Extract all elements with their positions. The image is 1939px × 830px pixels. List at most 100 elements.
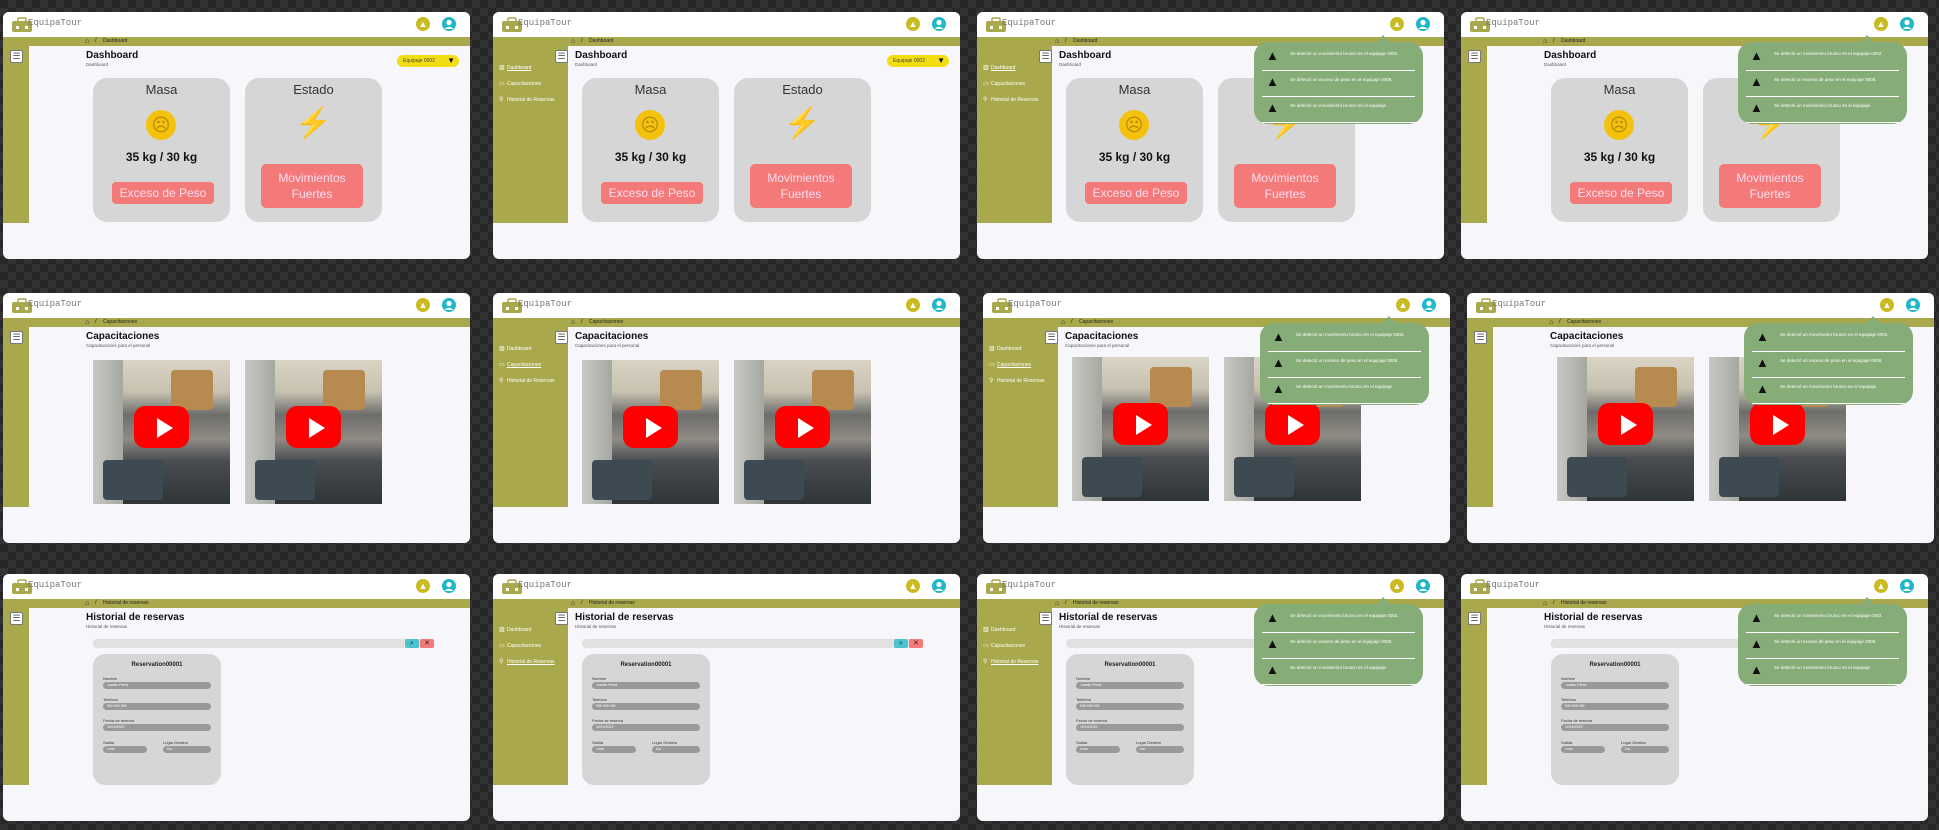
close-icon[interactable]: ✕: [909, 639, 923, 648]
bell-icon[interactable]: ▲: [1874, 579, 1888, 593]
home-icon[interactable]: ⌂: [85, 318, 89, 327]
bell-icon[interactable]: ▲: [906, 298, 920, 312]
notification-item[interactable]: ▲ Se detectó un movimiento brusco en el e…: [1268, 326, 1421, 352]
user-icon[interactable]: [1422, 298, 1436, 312]
notification-item[interactable]: ▲ Se detectó un exceso de peso en el equi…: [1262, 633, 1415, 659]
user-icon[interactable]: [1900, 579, 1914, 593]
bell-icon[interactable]: ▲: [906, 17, 920, 31]
sidebar-item-dashboard[interactable]: ▥ Dashboard: [989, 345, 1021, 352]
breadcrumb-current[interactable]: Capacitaciones: [1567, 318, 1601, 327]
training-video[interactable]: [1072, 357, 1209, 501]
notification-item[interactable]: ▲ Se detectó un movimiento brusco en el e…: [1262, 97, 1415, 123]
menu-icon[interactable]: ☰: [10, 331, 23, 344]
breadcrumb-current[interactable]: Historial de reservas: [103, 599, 149, 608]
bell-icon[interactable]: ▲: [416, 17, 430, 31]
breadcrumb-current[interactable]: Dashboard: [103, 37, 127, 46]
close-icon[interactable]: ✕: [420, 639, 434, 648]
notification-item[interactable]: ▲ Se detectó un movimiento brusco en el e…: [1268, 378, 1421, 404]
user-icon[interactable]: [442, 579, 456, 593]
home-icon[interactable]: ⌂: [1543, 37, 1547, 46]
notification-item[interactable]: ▲ Se detectó un movimiento brusco en el e…: [1262, 659, 1415, 685]
user-icon[interactable]: [1906, 298, 1920, 312]
sidebar-item-capacitaciones[interactable]: ▭ Capacitaciones: [499, 80, 541, 87]
bell-icon[interactable]: ▲: [416, 579, 430, 593]
strong-movement-button[interactable]: Movimientos Fuertes: [1234, 164, 1336, 208]
bell-icon[interactable]: ▲: [1390, 579, 1404, 593]
notification-item[interactable]: ▲ Se detectó un movimiento brusco en el e…: [1746, 45, 1899, 71]
menu-icon[interactable]: ☰: [1474, 331, 1487, 344]
notification-item[interactable]: ▲ Se detectó un exceso de peso en el equi…: [1752, 352, 1905, 378]
menu-icon[interactable]: ☰: [555, 331, 568, 344]
breadcrumb-current[interactable]: Historial de reservas: [589, 599, 635, 608]
notification-item[interactable]: ▲ Se detectó un movimiento brusco en el e…: [1746, 97, 1899, 123]
breadcrumb-current[interactable]: Capacitaciones: [103, 318, 137, 327]
user-icon[interactable]: [932, 579, 946, 593]
home-icon[interactable]: ⌂: [1543, 599, 1547, 608]
menu-icon[interactable]: ☰: [555, 612, 568, 625]
home-icon[interactable]: ⌂: [85, 599, 89, 608]
notification-item[interactable]: ▲ Se detectó un movimiento brusco en el e…: [1752, 378, 1905, 404]
sidebar-item-dashboard[interactable]: ▥ Dashboard: [499, 345, 531, 352]
bell-icon[interactable]: ▲: [906, 579, 920, 593]
bell-icon[interactable]: ▲: [1874, 17, 1888, 31]
notification-item[interactable]: ▲ Se detectó un movimiento brusco en el e…: [1746, 659, 1899, 685]
bell-icon[interactable]: ▲: [1390, 17, 1404, 31]
bell-icon[interactable]: ▲: [1880, 298, 1894, 312]
user-icon[interactable]: [1900, 17, 1914, 31]
notification-item[interactable]: ▲ Se detectó un exceso de peso en el equi…: [1746, 71, 1899, 97]
breadcrumb-current[interactable]: Dashboard: [1073, 37, 1097, 46]
home-icon[interactable]: ⌂: [571, 37, 575, 46]
menu-icon[interactable]: ☰: [10, 612, 23, 625]
home-icon[interactable]: ⌂: [571, 318, 575, 327]
sidebar-item-capacitaciones[interactable]: ▭ Capacitaciones: [989, 361, 1031, 368]
excess-weight-button[interactable]: Exceso de Peso: [1085, 182, 1187, 204]
sidebar-item-capacitaciones[interactable]: ▭ Capacitaciones: [983, 642, 1025, 649]
notification-item[interactable]: ▲ Se detectó un exceso de peso en el equi…: [1746, 633, 1899, 659]
notification-item[interactable]: ▲ Se detectó un movimiento brusco en el e…: [1752, 326, 1905, 352]
menu-icon[interactable]: ☰: [1045, 331, 1058, 344]
breadcrumb-current[interactable]: Historial de reservas: [1561, 599, 1607, 608]
menu-icon[interactable]: ☰: [1039, 50, 1052, 63]
home-icon[interactable]: ⌂: [1549, 318, 1553, 327]
search-icon[interactable]: ⌕: [405, 639, 419, 648]
sidebar-item-capacitaciones[interactable]: ▭ Capacitaciones: [499, 642, 541, 649]
bell-icon[interactable]: ▲: [1396, 298, 1410, 312]
user-icon[interactable]: [1416, 579, 1430, 593]
user-icon[interactable]: [1416, 17, 1430, 31]
user-icon[interactable]: [932, 298, 946, 312]
menu-icon[interactable]: ☰: [10, 50, 23, 63]
sidebar-item-historial-de-reservas[interactable]: ⚲ Historial de Reservas: [983, 658, 1039, 665]
notification-item[interactable]: ▲ Se detectó un movimiento brusco en el e…: [1262, 607, 1415, 633]
sidebar-item-dashboard[interactable]: ▥ Dashboard: [983, 64, 1015, 71]
user-icon[interactable]: [442, 17, 456, 31]
user-icon[interactable]: [932, 17, 946, 31]
sidebar-item-historial-de-reservas[interactable]: ⚲ Historial de Reservas: [989, 377, 1045, 384]
home-icon[interactable]: ⌂: [1055, 37, 1059, 46]
excess-weight-button[interactable]: Exceso de Peso: [1570, 182, 1672, 204]
luggage-select[interactable]: Equipaje 0002 ▼: [887, 55, 949, 67]
strong-movement-button[interactable]: Movimientos Fuertes: [261, 164, 363, 208]
excess-weight-button[interactable]: Exceso de Peso: [112, 182, 214, 204]
training-video[interactable]: [93, 360, 230, 504]
menu-icon[interactable]: ☰: [1468, 612, 1481, 625]
breadcrumb-current[interactable]: Capacitaciones: [1079, 318, 1113, 327]
search-input[interactable]: [93, 639, 433, 648]
menu-icon[interactable]: ☰: [1039, 612, 1052, 625]
sidebar-item-historial-de-reservas[interactable]: ⚲ Historial de Reservas: [499, 96, 555, 103]
sidebar-item-historial-de-reservas[interactable]: ⚲ Historial de Reservas: [499, 658, 555, 665]
breadcrumb-current[interactable]: Dashboard: [589, 37, 613, 46]
excess-weight-button[interactable]: Exceso de Peso: [601, 182, 703, 204]
home-icon[interactable]: ⌂: [1055, 599, 1059, 608]
strong-movement-button[interactable]: Movimientos Fuertes: [750, 164, 852, 208]
sidebar-item-historial-de-reservas[interactable]: ⚲ Historial de Reservas: [499, 377, 555, 384]
bell-icon[interactable]: ▲: [416, 298, 430, 312]
notification-item[interactable]: ▲ Se detectó un movimiento brusco en el e…: [1262, 45, 1415, 71]
training-video[interactable]: [582, 360, 719, 504]
home-icon[interactable]: ⌂: [571, 599, 575, 608]
home-icon[interactable]: ⌂: [1061, 318, 1065, 327]
breadcrumb-current[interactable]: Dashboard: [1561, 37, 1585, 46]
training-video[interactable]: [734, 360, 871, 504]
breadcrumb-current[interactable]: Historial de reservas: [1073, 599, 1119, 608]
sidebar-item-capacitaciones[interactable]: ▭ Capacitaciones: [499, 361, 541, 368]
sidebar-item-dashboard[interactable]: ▥ Dashboard: [983, 626, 1015, 633]
